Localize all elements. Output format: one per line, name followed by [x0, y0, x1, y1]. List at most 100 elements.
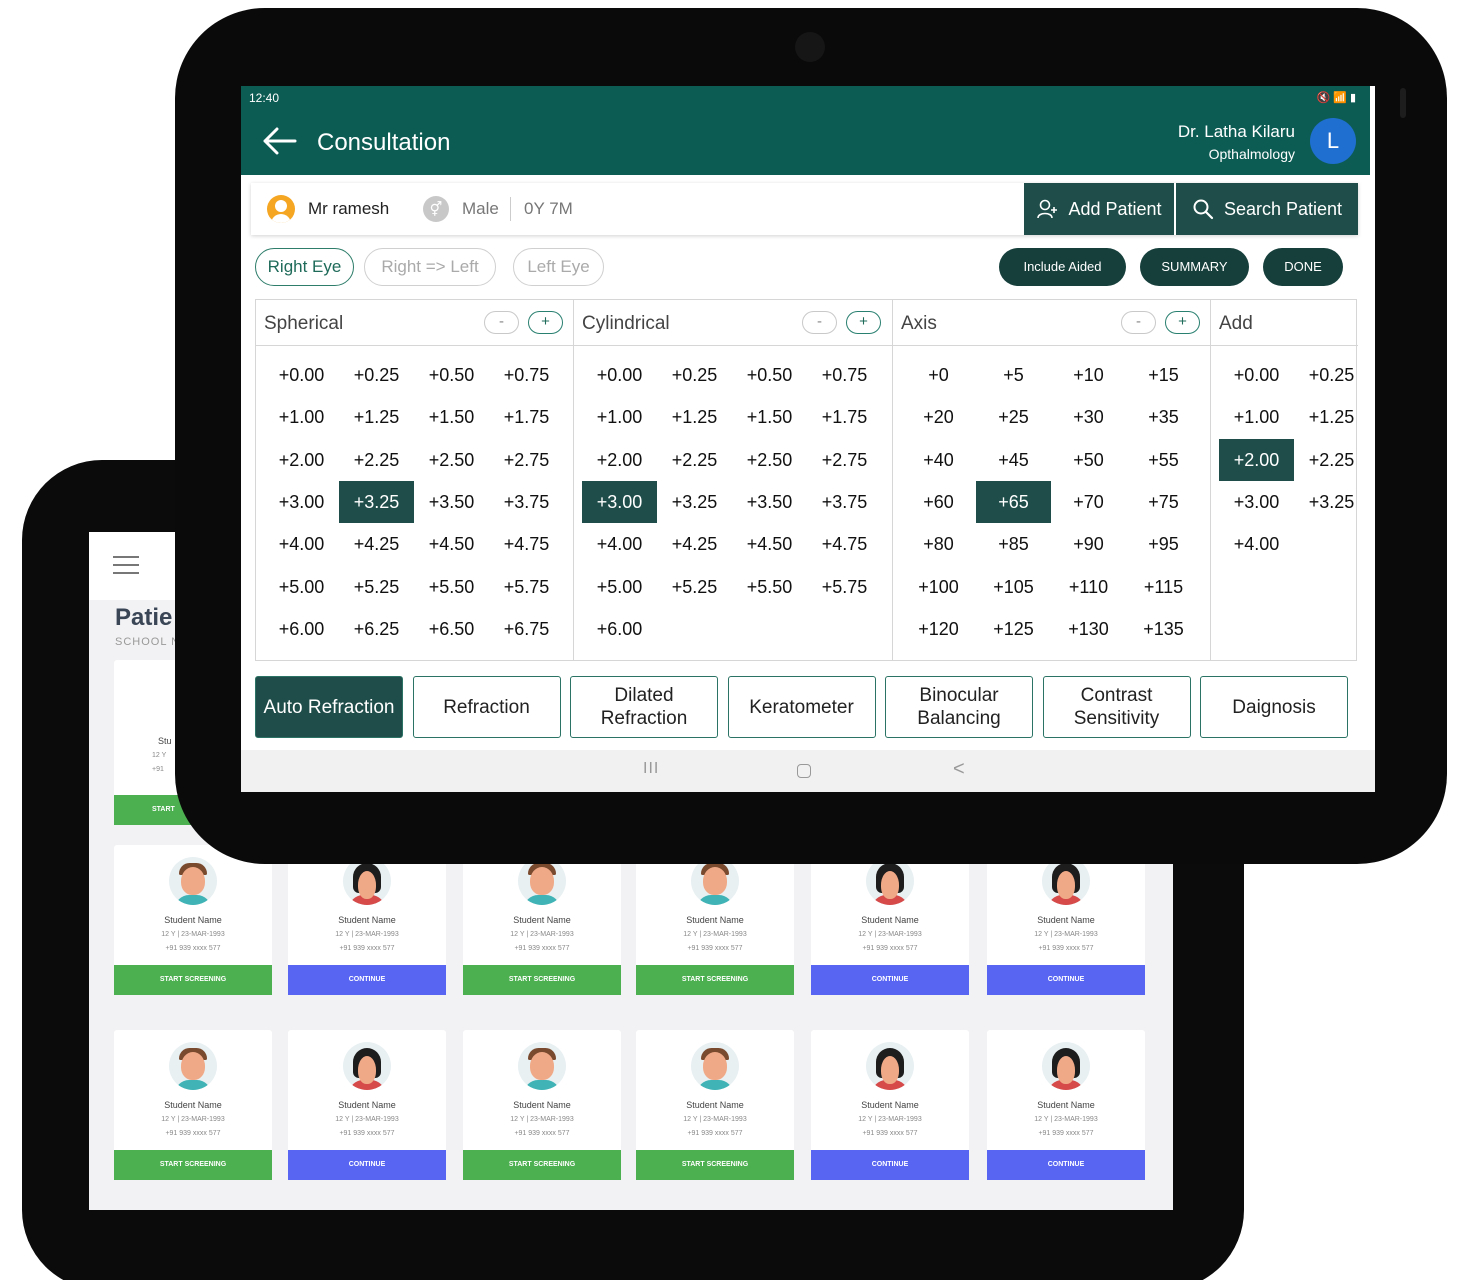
- decrement-button[interactable]: -: [484, 311, 519, 334]
- value-cell[interactable]: +0.50: [732, 354, 807, 396]
- continue-button[interactable]: CONTINUE: [811, 1150, 969, 1180]
- home-icon[interactable]: [797, 764, 811, 778]
- value-cell[interactable]: +3.50: [414, 481, 489, 523]
- value-cell[interactable]: +3.75: [807, 481, 882, 523]
- value-cell[interactable]: +0.75: [489, 354, 564, 396]
- value-cell[interactable]: +6.25: [339, 608, 414, 650]
- increment-button[interactable]: +: [528, 311, 563, 334]
- value-cell[interactable]: +3.00: [264, 481, 339, 523]
- value-cell[interactable]: +0.75: [807, 354, 882, 396]
- value-cell[interactable]: +0.50: [414, 354, 489, 396]
- value-cell[interactable]: +55: [1126, 439, 1201, 481]
- eye-tab-1[interactable]: Right Eye: [255, 248, 354, 286]
- value-cell[interactable]: +50: [1051, 439, 1126, 481]
- value-cell[interactable]: +4.75: [489, 523, 564, 565]
- start-screening-button[interactable]: START SCREENING: [463, 965, 621, 995]
- value-cell[interactable]: +120: [901, 608, 976, 650]
- value-cell[interactable]: +4.75: [807, 523, 882, 565]
- value-cell[interactable]: +2.00: [264, 439, 339, 481]
- back-nav-icon[interactable]: <: [953, 758, 965, 781]
- function-tab-7[interactable]: Daignosis: [1200, 676, 1348, 738]
- value-cell[interactable]: +6.00: [582, 608, 657, 650]
- value-cell[interactable]: +5.00: [264, 566, 339, 608]
- continue-button[interactable]: CONTINUE: [987, 965, 1145, 995]
- value-cell[interactable]: +0.25: [1294, 354, 1369, 396]
- value-cell[interactable]: +1.50: [414, 396, 489, 438]
- value-cell[interactable]: +5.00: [582, 566, 657, 608]
- value-cell[interactable]: +2.00: [1219, 438, 1294, 481]
- start-screening-button[interactable]: START SCREENING: [636, 1150, 794, 1180]
- value-cell[interactable]: +90: [1051, 523, 1126, 565]
- back-arrow-icon[interactable]: [261, 126, 297, 156]
- value-cell[interactable]: +1.25: [339, 396, 414, 438]
- value-cell[interactable]: +125: [976, 608, 1051, 650]
- value-cell[interactable]: +1.00: [264, 396, 339, 438]
- continue-button[interactable]: CONTINUE: [288, 1150, 446, 1180]
- value-cell[interactable]: +3.25: [657, 481, 732, 523]
- value-cell[interactable]: +75: [1126, 481, 1201, 523]
- function-tab-4[interactable]: Keratometer: [727, 676, 876, 738]
- value-cell[interactable]: +4.00: [264, 523, 339, 565]
- increment-button[interactable]: +: [1165, 311, 1200, 334]
- student-card[interactable]: Student Name 12 Y | 23-MAR-1993 +91 939 xx…: [636, 1030, 794, 1180]
- value-cell[interactable]: +2.25: [339, 439, 414, 481]
- student-card[interactable]: Student Name 12 Y | 23-MAR-1993 +91 939 xx…: [811, 845, 969, 995]
- student-card[interactable]: Student Name 12 Y | 23-MAR-1993 +91 939 xx…: [636, 845, 794, 995]
- student-card[interactable]: Student Name 12 Y | 23-MAR-1993 +91 939 xx…: [288, 1030, 446, 1180]
- value-cell[interactable]: +100: [901, 566, 976, 608]
- student-card[interactable]: Student Name 12 Y | 23-MAR-1993 +91 939 xx…: [288, 845, 446, 995]
- value-cell[interactable]: +25: [976, 396, 1051, 438]
- value-cell[interactable]: +2.25: [1294, 439, 1369, 481]
- value-cell[interactable]: +15: [1126, 354, 1201, 396]
- value-cell[interactable]: +5.25: [657, 566, 732, 608]
- continue-button[interactable]: CONTINUE: [288, 965, 446, 995]
- include-aided-button[interactable]: Include Aided: [999, 248, 1126, 286]
- value-cell[interactable]: +4.50: [732, 523, 807, 565]
- value-cell[interactable]: +2.75: [489, 439, 564, 481]
- value-cell[interactable]: +4.25: [339, 523, 414, 565]
- value-cell[interactable]: +0.25: [657, 354, 732, 396]
- student-card[interactable]: Student Name 12 Y | 23-MAR-1993 +91 939 xx…: [811, 1030, 969, 1180]
- decrement-button[interactable]: -: [802, 311, 837, 334]
- value-cell[interactable]: +5.50: [732, 566, 807, 608]
- value-cell[interactable]: +10: [1051, 354, 1126, 396]
- start-screening-button[interactable]: START SCREENING: [114, 965, 272, 995]
- value-cell[interactable]: +4.00: [582, 523, 657, 565]
- value-cell[interactable]: +5.75: [807, 566, 882, 608]
- student-card[interactable]: Student Name 12 Y | 23-MAR-1993 +91 939 xx…: [463, 845, 621, 995]
- value-cell[interactable]: +6.00: [264, 608, 339, 650]
- value-cell[interactable]: +1.00: [582, 396, 657, 438]
- value-cell[interactable]: +4.00: [1219, 523, 1294, 565]
- value-cell[interactable]: +0.00: [264, 354, 339, 396]
- function-tab-5[interactable]: Binocular Balancing: [885, 676, 1033, 738]
- start-screening-button[interactable]: START SCREENING: [636, 965, 794, 995]
- value-cell[interactable]: +0.00: [1219, 354, 1294, 396]
- start-screening-button[interactable]: START SCREENING: [114, 1150, 272, 1180]
- value-cell[interactable]: +3.00: [582, 480, 657, 523]
- value-cell[interactable]: +5.75: [489, 566, 564, 608]
- value-cell[interactable]: +1.75: [489, 396, 564, 438]
- value-cell[interactable]: +3.25: [339, 480, 414, 523]
- value-cell[interactable]: +80: [901, 523, 976, 565]
- value-cell[interactable]: +3.00: [1219, 481, 1294, 523]
- value-cell[interactable]: +3.25: [1294, 481, 1369, 523]
- value-cell[interactable]: +2.75: [807, 439, 882, 481]
- value-cell[interactable]: +85: [976, 523, 1051, 565]
- function-tab-6[interactable]: Contrast Sensitivity: [1042, 676, 1191, 738]
- hamburger-menu-icon[interactable]: [113, 556, 139, 574]
- value-cell[interactable]: +3.50: [732, 481, 807, 523]
- increment-button[interactable]: +: [846, 311, 881, 334]
- value-cell[interactable]: +6.50: [414, 608, 489, 650]
- value-cell[interactable]: +110: [1051, 566, 1126, 608]
- eye-tab-3[interactable]: Left Eye: [513, 248, 604, 286]
- value-cell[interactable]: +35: [1126, 396, 1201, 438]
- value-cell[interactable]: +3.75: [489, 481, 564, 523]
- value-cell[interactable]: +1.75: [807, 396, 882, 438]
- value-cell[interactable]: +130: [1051, 608, 1126, 650]
- continue-button[interactable]: CONTINUE: [987, 1150, 1145, 1180]
- value-cell[interactable]: +6.75: [489, 608, 564, 650]
- student-card[interactable]: Student Name 12 Y | 23-MAR-1993 +91 939 xx…: [987, 1030, 1145, 1180]
- value-cell[interactable]: +70: [1051, 481, 1126, 523]
- value-cell[interactable]: +5.25: [339, 566, 414, 608]
- value-cell[interactable]: +0: [901, 354, 976, 396]
